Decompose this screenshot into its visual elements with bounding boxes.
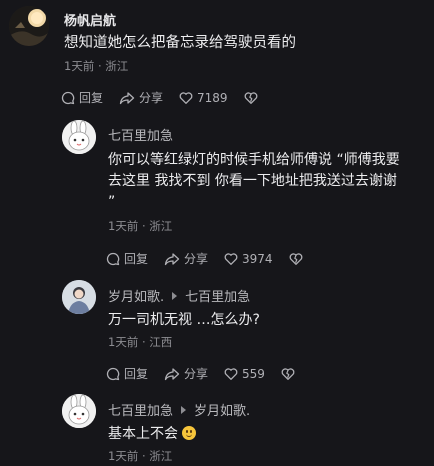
like-button[interactable]: 7189 bbox=[179, 91, 228, 105]
reply-to-arrow-icon bbox=[172, 291, 178, 300]
share-icon bbox=[119, 91, 135, 104]
comment-text: 万一司机无视 …怎么办? bbox=[108, 312, 260, 328]
like-button[interactable]: 559 bbox=[224, 367, 265, 381]
share-button[interactable]: 分享 bbox=[164, 250, 208, 267]
reply-to-username[interactable]: 七百里加急 bbox=[185, 286, 250, 305]
like-count: 3974 bbox=[242, 251, 273, 266]
comment-actions: 回复 分享 7189 bbox=[61, 89, 262, 106]
share-icon bbox=[164, 252, 180, 265]
comment-actions: 回复 分享 3974 bbox=[106, 250, 307, 267]
share-button[interactable]: 分享 bbox=[119, 89, 163, 106]
comment-text: 想知道她怎么把备忘录给驾驶员看的 bbox=[64, 35, 296, 51]
reply-icon bbox=[106, 252, 120, 265]
dislike-button[interactable] bbox=[244, 91, 262, 105]
heart-icon bbox=[224, 367, 238, 380]
heart-icon bbox=[179, 91, 193, 104]
like-count: 7189 bbox=[197, 90, 228, 105]
reply-icon bbox=[106, 367, 120, 380]
like-count: 559 bbox=[242, 366, 265, 381]
reply-button[interactable]: 回复 bbox=[61, 89, 103, 106]
comment-username[interactable]: 七百里加急 bbox=[108, 125, 173, 144]
comment-meta: 1天前 · 浙江 bbox=[64, 59, 129, 73]
share-button[interactable]: 分享 bbox=[164, 365, 208, 382]
broken-heart-icon bbox=[244, 91, 257, 104]
reply-button[interactable]: 回复 bbox=[106, 250, 148, 267]
broken-heart-icon bbox=[289, 252, 302, 265]
comment-meta: 1天前 · 江西 bbox=[108, 335, 173, 349]
smile-emoji-icon bbox=[182, 426, 196, 440]
avatar[interactable] bbox=[9, 6, 49, 46]
comment-username[interactable]: 杨帆启航 bbox=[64, 10, 116, 29]
comment-meta: 1天前 · 浙江 bbox=[108, 219, 173, 233]
avatar[interactable] bbox=[62, 120, 96, 154]
comment-meta: 1天前 · 浙江 bbox=[108, 449, 173, 463]
reply-to-arrow-icon bbox=[181, 405, 187, 414]
comment-username[interactable]: 岁月如歌. 七百里加急 bbox=[108, 286, 250, 305]
heart-icon bbox=[224, 252, 238, 265]
share-icon bbox=[164, 367, 180, 380]
reply-button[interactable]: 回复 bbox=[106, 365, 148, 382]
comment-actions: 回复 分享 559 bbox=[106, 365, 299, 382]
dislike-button[interactable] bbox=[289, 252, 307, 266]
dislike-button[interactable] bbox=[281, 367, 299, 381]
comment-text: 基本上不会 bbox=[108, 424, 196, 445]
reply-to-username[interactable]: 岁月如歌. bbox=[194, 400, 250, 419]
comment-text: 你可以等红绿灯的时候手机给师傅说 “师傅我要 去这里 我找不到 你看一下地址把我… bbox=[108, 152, 400, 210]
avatar[interactable] bbox=[62, 394, 96, 428]
like-button[interactable]: 3974 bbox=[224, 252, 273, 266]
broken-heart-icon bbox=[281, 367, 295, 380]
comment-username[interactable]: 七百里加急 岁月如歌. bbox=[108, 400, 250, 419]
reply-icon bbox=[61, 91, 75, 104]
avatar[interactable] bbox=[62, 280, 96, 314]
